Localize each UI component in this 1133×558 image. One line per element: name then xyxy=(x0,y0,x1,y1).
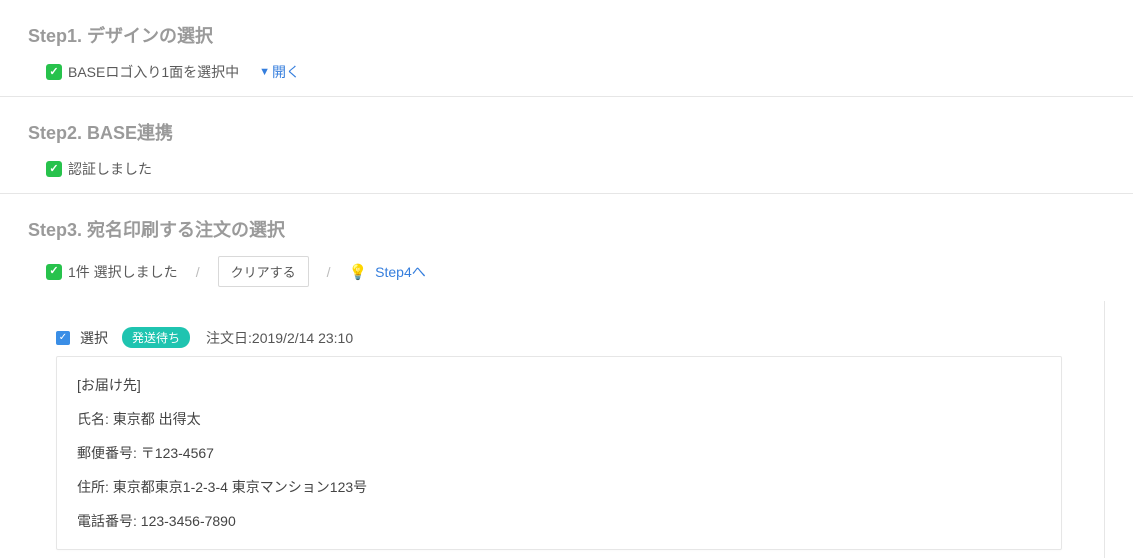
clear-button[interactable]: クリアする xyxy=(218,256,309,287)
order-date-label: 注文日: xyxy=(206,330,252,346)
delivery-card: [お届け先] 氏名: 東京都 出得太 郵便番号: 〒123-4567 住所: 東… xyxy=(56,356,1062,550)
delivery-header: [お届け先] xyxy=(77,375,1041,395)
lightbulb-icon: 💡 xyxy=(348,263,367,281)
check-icon xyxy=(46,64,62,80)
check-icon xyxy=(46,161,62,177)
delivery-address: 住所: 東京都東京1-2-3-4 東京マンション123号 xyxy=(77,477,1041,497)
step2-title: Step2. BASE連携 xyxy=(28,119,1105,145)
step1-section: Step1. デザインの選択 BASEロゴ入り1面を選択中 ▼開く xyxy=(0,0,1133,97)
step4-link[interactable]: Step4へ xyxy=(375,262,426,282)
order-select-checkbox[interactable] xyxy=(56,331,70,345)
order-date: 注文日:2019/2/14 23:10 xyxy=(206,328,353,348)
step3-status-text: 1件 選択しました xyxy=(68,262,178,282)
delivery-phone: 電話番号: 123-3456-7890 xyxy=(77,511,1041,531)
step1-status-text: BASEロゴ入り1面を選択中 xyxy=(68,62,239,82)
status-badge: 発送待ち xyxy=(122,327,190,348)
step3-section: Step3. 宛名印刷する注文の選択 1件 選択しました / クリアする / 💡… xyxy=(0,194,1133,301)
step2-section: Step2. BASE連携 認証しました xyxy=(0,97,1133,194)
step1-title: Step1. デザインの選択 xyxy=(28,22,1105,48)
order-date-value: 2019/2/14 23:10 xyxy=(252,330,353,346)
step2-status-line: 認証しました xyxy=(28,159,1105,179)
delivery-name: 氏名: 東京都 出得太 xyxy=(77,409,1041,429)
divider: / xyxy=(196,264,200,280)
order-list: 選択 発送待ち 注文日:2019/2/14 23:10 [お届け先] 氏名: 東… xyxy=(14,301,1105,558)
step2-status-text: 認証しました xyxy=(68,159,152,179)
open-label: 開く xyxy=(272,62,300,82)
step1-status-line: BASEロゴ入り1面を選択中 ▼開く xyxy=(28,62,1105,82)
order-header: 選択 発送待ち 注文日:2019/2/14 23:10 xyxy=(56,327,1062,348)
delivery-postal: 郵便番号: 〒123-4567 xyxy=(77,443,1041,463)
triangle-down-icon: ▼ xyxy=(259,66,270,78)
divider: / xyxy=(327,264,331,280)
step3-title: Step3. 宛名印刷する注文の選択 xyxy=(28,216,1105,242)
step3-status-line: 1件 選択しました / クリアする / 💡 Step4へ xyxy=(28,256,1105,287)
check-icon xyxy=(46,264,62,280)
order-select-label: 選択 xyxy=(80,328,108,348)
step1-open-toggle[interactable]: ▼開く xyxy=(259,62,300,82)
